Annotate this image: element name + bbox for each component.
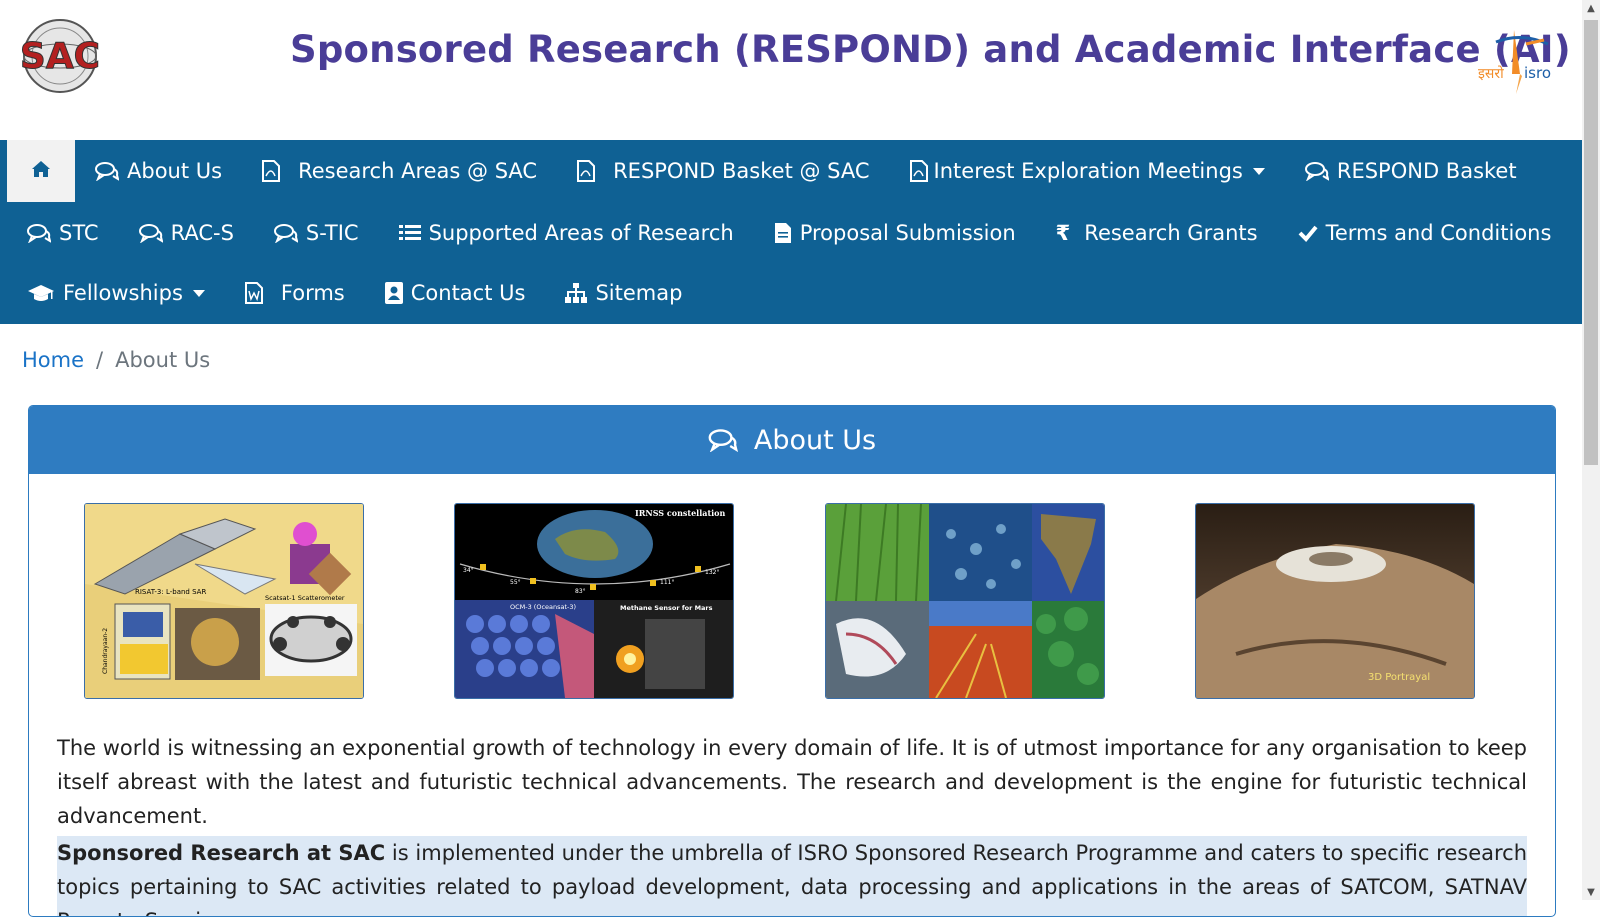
nav-label: About Us <box>127 159 223 183</box>
scroll-down-arrow-icon[interactable]: ▼ <box>1582 884 1600 900</box>
site-header: SAC Sponsored Research (RESPOND) and Aca… <box>0 0 1582 140</box>
image-gallery: RISAT-3: L-band SAR Scatsat-1 Scatterome… <box>29 503 1555 699</box>
scroll-up-arrow-icon[interactable]: ▲ <box>1582 0 1600 16</box>
nav-label: Research Areas @ SAC <box>298 159 538 183</box>
contact-card-icon <box>384 282 403 304</box>
svg-text:83°: 83° <box>575 588 586 595</box>
pdf-file-icon <box>262 160 281 182</box>
nav-label: RAC-S <box>170 221 234 245</box>
breadcrumb-home-link[interactable]: Home <box>22 348 84 372</box>
nav-rac-s[interactable]: RAC-S <box>119 202 254 264</box>
nav-label: Sitemap <box>595 281 683 305</box>
scrollbar-thumb[interactable] <box>1584 20 1598 465</box>
comments-icon <box>95 161 119 181</box>
chevron-down-icon <box>1252 167 1265 175</box>
svg-text:इसरो: इसरो <box>1478 65 1504 82</box>
nav-label: Supported Areas of Research <box>428 221 734 245</box>
nav-label: Forms <box>280 281 345 305</box>
nav-forms[interactable]: Forms <box>225 262 365 324</box>
svg-text:OCM-3 (Oceansat-3): OCM-3 (Oceansat-3) <box>510 603 576 611</box>
intro-paragraph: The world is witnessing an exponential g… <box>57 736 1527 828</box>
svg-text:Chandrayaan-2: Chandrayaan-2 <box>102 628 109 674</box>
svg-text:SAC: SAC <box>20 36 100 77</box>
card-title: About Us <box>753 424 877 456</box>
card-header: About Us <box>29 406 1555 474</box>
svg-text:Scatsat-1 Scatterometer: Scatsat-1 Scatterometer <box>265 594 345 602</box>
comments-icon <box>27 223 51 243</box>
sponsored-research-paragraph: Sponsored Research at SAC is implemented… <box>57 836 1527 916</box>
nav-row-3: Fellowships Forms Contact Us Sitemap <box>0 262 702 324</box>
rupee-icon: ₹ <box>1055 221 1071 245</box>
nav-label: RESPOND Basket @ SAC <box>613 159 870 183</box>
breadcrumb-separator: / <box>96 348 104 372</box>
comments-icon <box>1304 161 1329 181</box>
isro-logo[interactable]: इसरो isro <box>1476 22 1566 98</box>
comments-icon <box>708 428 738 452</box>
nav-proposal-submission[interactable]: Proposal Submission <box>754 202 1036 264</box>
comments-icon <box>138 223 163 243</box>
check-icon <box>1298 224 1318 242</box>
nav-row-1: About Us Research Areas @ SAC RESPOND Ba… <box>0 140 1537 202</box>
nav-label: Terms and Conditions <box>1325 221 1552 245</box>
nav-label: Research Grants <box>1084 221 1258 245</box>
irnss-constellation-image[interactable]: IRNSS constellation 34° 55° 83° 111° 132… <box>454 503 734 699</box>
nav-s-tic[interactable]: S-TIC <box>254 202 379 264</box>
pdf-file-icon <box>909 160 928 182</box>
sitemap-icon <box>565 283 588 303</box>
nav-label: Contact Us <box>410 281 526 305</box>
nav-respond-basket[interactable]: RESPOND Basket <box>1285 140 1537 202</box>
nav-stc[interactable]: STC <box>0 202 119 264</box>
nav-label: Fellowships <box>63 281 183 305</box>
sac-payloads-image[interactable]: RISAT-3: L-band SAR Scatsat-1 Scatterome… <box>84 503 364 699</box>
about-us-card: About Us RISAT-3: L-band SAR Scatsat-1 S… <box>28 405 1556 917</box>
nav-row-2: STC RAC-S S-TIC Supported Areas of Resea… <box>0 202 1571 264</box>
nav-interest-exploration-meetings[interactable]: Interest Exploration Meetings <box>890 140 1285 202</box>
nav-label: Proposal Submission <box>799 221 1016 245</box>
sponsored-research-heading: Sponsored Research at SAC <box>57 841 386 865</box>
remote-sensing-mosaic-image[interactable] <box>825 503 1105 699</box>
breadcrumb: Home / About Us <box>22 340 210 380</box>
nav-sitemap[interactable]: Sitemap <box>545 262 702 324</box>
nav-fellowships[interactable]: Fellowships <box>0 262 225 324</box>
svg-text:isro: isro <box>1524 64 1551 82</box>
svg-text:55°: 55° <box>510 579 521 586</box>
sac-logo[interactable]: SAC <box>2 18 118 96</box>
nav-home[interactable] <box>7 140 75 202</box>
nav-research-grants[interactable]: ₹ Research Grants <box>1036 202 1278 264</box>
nav-respond-basket-sac[interactable]: RESPOND Basket @ SAC <box>557 140 889 202</box>
svg-text:IRNSS constellation: IRNSS constellation <box>635 508 726 518</box>
pdf-file-icon <box>577 160 596 182</box>
svg-text:34°: 34° <box>463 567 474 574</box>
page-scrollbar[interactable]: ▲ ▼ <box>1582 0 1600 900</box>
nav-research-areas[interactable]: Research Areas @ SAC <box>242 140 557 202</box>
nav-label: STC <box>59 221 99 245</box>
svg-text:132°: 132° <box>705 569 719 576</box>
nav-terms-and-conditions[interactable]: Terms and Conditions <box>1278 202 1572 264</box>
page-title: Sponsored Research (RESPOND) and Academi… <box>290 28 1571 71</box>
home-icon <box>31 159 51 183</box>
breadcrumb-current: About Us <box>115 348 211 372</box>
nav-supported-areas[interactable]: Supported Areas of Research <box>379 202 754 264</box>
svg-text:111°: 111° <box>660 579 674 586</box>
svg-text:Methane Sensor for Mars: Methane Sensor for Mars <box>620 604 713 612</box>
main-navbar: About Us Research Areas @ SAC RESPOND Ba… <box>0 140 1582 324</box>
mars-3d-portrayal-image[interactable]: 3D Portrayal <box>1195 503 1475 699</box>
chevron-down-icon <box>192 289 205 297</box>
nav-label: RESPOND Basket <box>1336 159 1517 183</box>
nav-label: Interest Exploration Meetings <box>933 159 1243 183</box>
nav-contact-us[interactable]: Contact Us <box>365 262 546 324</box>
comments-icon <box>273 223 298 243</box>
nav-about-us[interactable]: About Us <box>75 140 242 202</box>
document-icon <box>774 222 792 244</box>
word-file-icon <box>244 282 263 304</box>
svg-text:3D Portrayal: 3D Portrayal <box>1368 672 1430 683</box>
nav-label: S-TIC <box>305 221 359 245</box>
svg-text:RISAT-3: L-band SAR: RISAT-3: L-band SAR <box>135 588 206 596</box>
graduation-cap-icon <box>27 283 55 303</box>
list-icon <box>398 224 421 242</box>
